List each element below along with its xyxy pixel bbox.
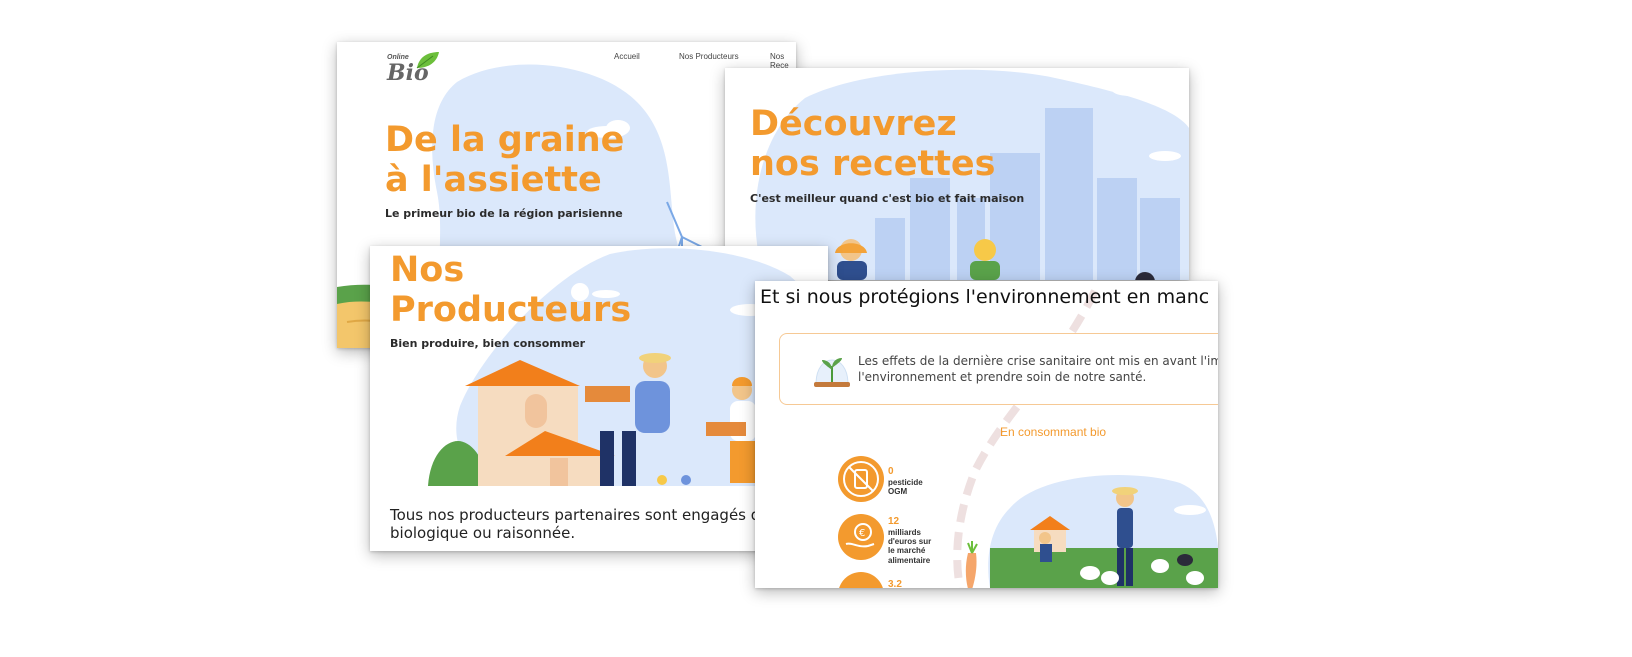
svg-text:€: € [859, 528, 865, 539]
nav-producers-link[interactable]: Nos Producteurs [679, 52, 739, 61]
stat-number-euros: 12 [888, 516, 900, 527]
producers-title-line-1: Nos [390, 250, 465, 290]
producers-body-line-2: biologique ou raisonnée. [390, 524, 576, 542]
environment-heading: Et si nous protégions l'environnement en… [760, 286, 1210, 308]
recipes-title-line-2: nos recettes [750, 144, 996, 185]
plant-dome-icon [814, 358, 850, 387]
leaf-icon [416, 52, 439, 69]
farm-illustration [988, 475, 1218, 588]
nav-home-link[interactable]: Accueil [614, 52, 640, 61]
producers-body-text: Tous nos producteurs partenaires sont en… [390, 506, 769, 542]
stat-text-euros: milliards d'euros sur le marché alimenta… [888, 528, 931, 565]
stat-text-pesticide-line-1: pesticide [888, 478, 923, 487]
info-text-line-2: l'environnement et prendre soin de notre… [858, 369, 1147, 384]
producers-body-line-1: Tous nos producteurs partenaires sont en… [390, 506, 770, 524]
stat-text-euros-line-2: d'euros sur [888, 537, 932, 547]
stat-circle-euros: € [838, 514, 884, 560]
carrot-icon [965, 541, 978, 588]
stat-circle-pesticide [838, 456, 884, 502]
producers-subtitle: Bien produire, bien consommer [390, 337, 586, 350]
info-box: Les effets de la dernière crise sanitair… [779, 333, 1218, 405]
stat-text-pesticide-line-2: OGM [888, 487, 908, 497]
recipes-subtitle: C'est meilleur quand c'est bio et fait m… [750, 192, 1025, 205]
stat-text-euros-line-1: milliards [888, 528, 921, 537]
hero-title: De la graine à l'assiette [385, 120, 624, 201]
stat-number-third: 3.2 [888, 579, 902, 588]
hero-title-line-1: De la graine [385, 120, 625, 160]
producers-title: Nos Producteurs [390, 250, 631, 331]
pesticide-icon [843, 461, 879, 497]
section-label: En consommant bio [1000, 425, 1107, 439]
euro-hand-icon: € [845, 523, 875, 548]
logo[interactable]: Online Bio [387, 50, 447, 90]
recipes-title-line-1: Découvrez [750, 104, 957, 144]
hero-title-line-2: à l'assiette [385, 160, 602, 201]
screenshot-environment: Et si nous protégions l'environnement en… [755, 281, 1218, 588]
recipes-title: Découvrez nos recettes [750, 104, 996, 185]
info-text: Les effets de la dernière crise sanitair… [858, 354, 1218, 385]
producers-title-line-2: Producteurs [390, 290, 632, 331]
stat-text-pesticide: pesticide OGM [888, 478, 923, 496]
stat-text-euros-line-4: alimentaire [888, 555, 931, 565]
stat-text-euros-line-3: le marché [888, 546, 926, 556]
hero-subtitle: Le primeur bio de la région parisienne [385, 207, 623, 220]
stat-number-pesticide: 0 [888, 466, 894, 477]
info-text-line-1: Les effets de la dernière crise sanitair… [858, 354, 1218, 368]
